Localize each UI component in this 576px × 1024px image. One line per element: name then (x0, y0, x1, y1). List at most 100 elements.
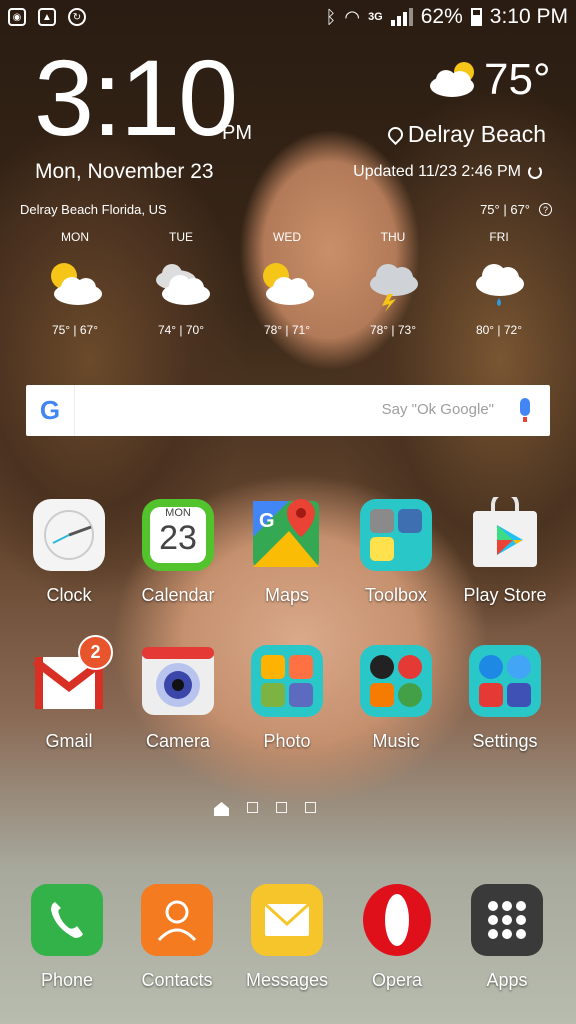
app-clock[interactable]: Clock (14, 497, 124, 606)
clock-ampm: PM (222, 122, 252, 144)
app-label: Messages (245, 970, 329, 990)
google-search-bar[interactable]: G Say "Ok Google" (26, 385, 550, 436)
app-label: Clock (46, 585, 92, 605)
clock-date: Mon, November 23 (35, 160, 214, 183)
app-calendar[interactable]: MON 23 Calendar (123, 497, 233, 606)
app-label: Opera (371, 970, 423, 990)
bluetooth-icon: ᛒ (325, 6, 337, 27)
forecast: MON 75° | 67° TUE 74° | 70° WED 78° | 71… (22, 228, 552, 337)
app-label: Play Store (463, 585, 547, 605)
app-maps[interactable]: G Maps (232, 497, 342, 606)
weather-city: Delray Beach Florida, US (20, 202, 167, 217)
app-label: Phone (40, 970, 94, 990)
app-camera[interactable]: Camera (123, 643, 233, 752)
battery-percent: 62% (420, 5, 463, 28)
folder-toolbox[interactable]: Toolbox (341, 497, 451, 606)
forecast-day-label: TUE (169, 230, 193, 244)
google-logo-icon[interactable]: G (26, 385, 75, 436)
page-dot[interactable] (247, 802, 258, 813)
forecast-day: FRI 80° | 72° (446, 228, 552, 337)
forecast-range: 78° | 73° (369, 323, 417, 337)
app-play-store[interactable]: Play Store (450, 491, 560, 606)
svg-text:G: G (259, 510, 275, 532)
app-label: Music (372, 731, 420, 751)
thunderstorm-icon (370, 264, 418, 312)
app-label: Apps (486, 970, 528, 990)
today-hilo-text: 75° | 67° (480, 202, 530, 217)
dock-apps[interactable]: Apps (452, 882, 562, 991)
folder-settings[interactable]: Settings (450, 643, 560, 752)
location-name: Delray Beach (407, 121, 546, 147)
folder-photo[interactable]: Photo (232, 643, 342, 752)
updated-text: Updated 11/23 2:46 PM (353, 163, 521, 180)
updated-info: Updated 11/23 2:46 PM (353, 163, 542, 181)
page-indicator[interactable] (214, 802, 316, 816)
phone-icon (29, 882, 105, 958)
forecast-day: WED 78° | 71° (234, 228, 340, 337)
forecast-range: 80° | 72° (475, 323, 523, 337)
partly-sunny-icon (430, 62, 474, 97)
notification-badge: 2 (78, 635, 113, 670)
folder-icon (358, 497, 434, 573)
app-label: Settings (472, 731, 538, 751)
app-label: Maps (264, 585, 309, 605)
location-pin-icon (384, 123, 407, 146)
maps-icon: G (249, 497, 325, 573)
search-placeholder: Say "Ok Google" (381, 401, 494, 418)
cloudy-icon (156, 264, 210, 305)
dock-opera[interactable]: Opera (342, 882, 452, 991)
forecast-range: 74° | 70° (157, 323, 205, 337)
sync-icon: ↻ (68, 8, 86, 26)
help-icon[interactable]: ? (539, 203, 552, 216)
calendar-day: 23 (159, 519, 197, 557)
page-dot[interactable] (276, 802, 287, 813)
contacts-icon (139, 882, 215, 958)
rain-icon (476, 264, 524, 306)
clock-time[interactable]: 3:10 (34, 44, 238, 152)
current-temperature: 75° (484, 55, 551, 104)
app-label: Toolbox (364, 585, 428, 605)
forecast-day-label: FRI (489, 230, 509, 244)
dock-phone[interactable]: Phone (12, 882, 122, 991)
messages-icon (249, 882, 325, 958)
location[interactable]: Delray Beach (384, 121, 546, 148)
forecast-day-label: MON (61, 230, 89, 244)
partly-sunny-icon (51, 263, 102, 305)
app-label: Photo (263, 731, 311, 751)
signal-icon (390, 8, 413, 26)
apps-grid-icon (469, 882, 545, 958)
refresh-icon[interactable] (528, 165, 542, 179)
page-dot[interactable] (305, 802, 316, 813)
home-page-icon[interactable] (214, 802, 229, 816)
forecast-day-label: WED (273, 230, 301, 244)
app-label: Gmail (45, 731, 93, 751)
camera-icon (140, 643, 216, 719)
gallery-icon: ▲ (38, 8, 56, 26)
app-label: Camera (145, 731, 211, 751)
opera-icon (359, 882, 435, 958)
status-bar: ◉ ▲ ↻ ᛒ ◠ 3G 62% 3:10 PM (0, 0, 576, 36)
network-type: 3G (368, 11, 383, 23)
forecast-day: THU 78° | 73° (340, 228, 446, 337)
folder-icon (467, 643, 543, 719)
forecast-range: 78° | 71° (263, 323, 311, 337)
today-hilo: 75° | 67° ? (480, 202, 552, 217)
forecast-day: MON 75° | 67° (22, 228, 128, 337)
dock-messages[interactable]: Messages (232, 882, 342, 991)
folder-music[interactable]: Music (341, 643, 451, 752)
wifi-icon: ◠ (344, 6, 361, 27)
screenshot-icon: ◉ (8, 8, 26, 26)
battery-icon (470, 8, 482, 26)
app-label: Contacts (141, 970, 213, 990)
dock-contacts[interactable]: Contacts (122, 882, 232, 991)
calendar-month: MON (165, 507, 191, 519)
mic-icon[interactable] (520, 398, 530, 422)
forecast-range: 75° | 67° (51, 323, 99, 337)
app-label: Calendar (141, 585, 215, 605)
clock-icon (31, 497, 107, 573)
folder-icon (358, 643, 434, 719)
folder-icon (249, 643, 325, 719)
app-gmail[interactable]: 2 Gmail (14, 635, 124, 752)
forecast-day: TUE 74° | 70° (128, 228, 234, 337)
gmail-icon: 2 (31, 635, 113, 719)
